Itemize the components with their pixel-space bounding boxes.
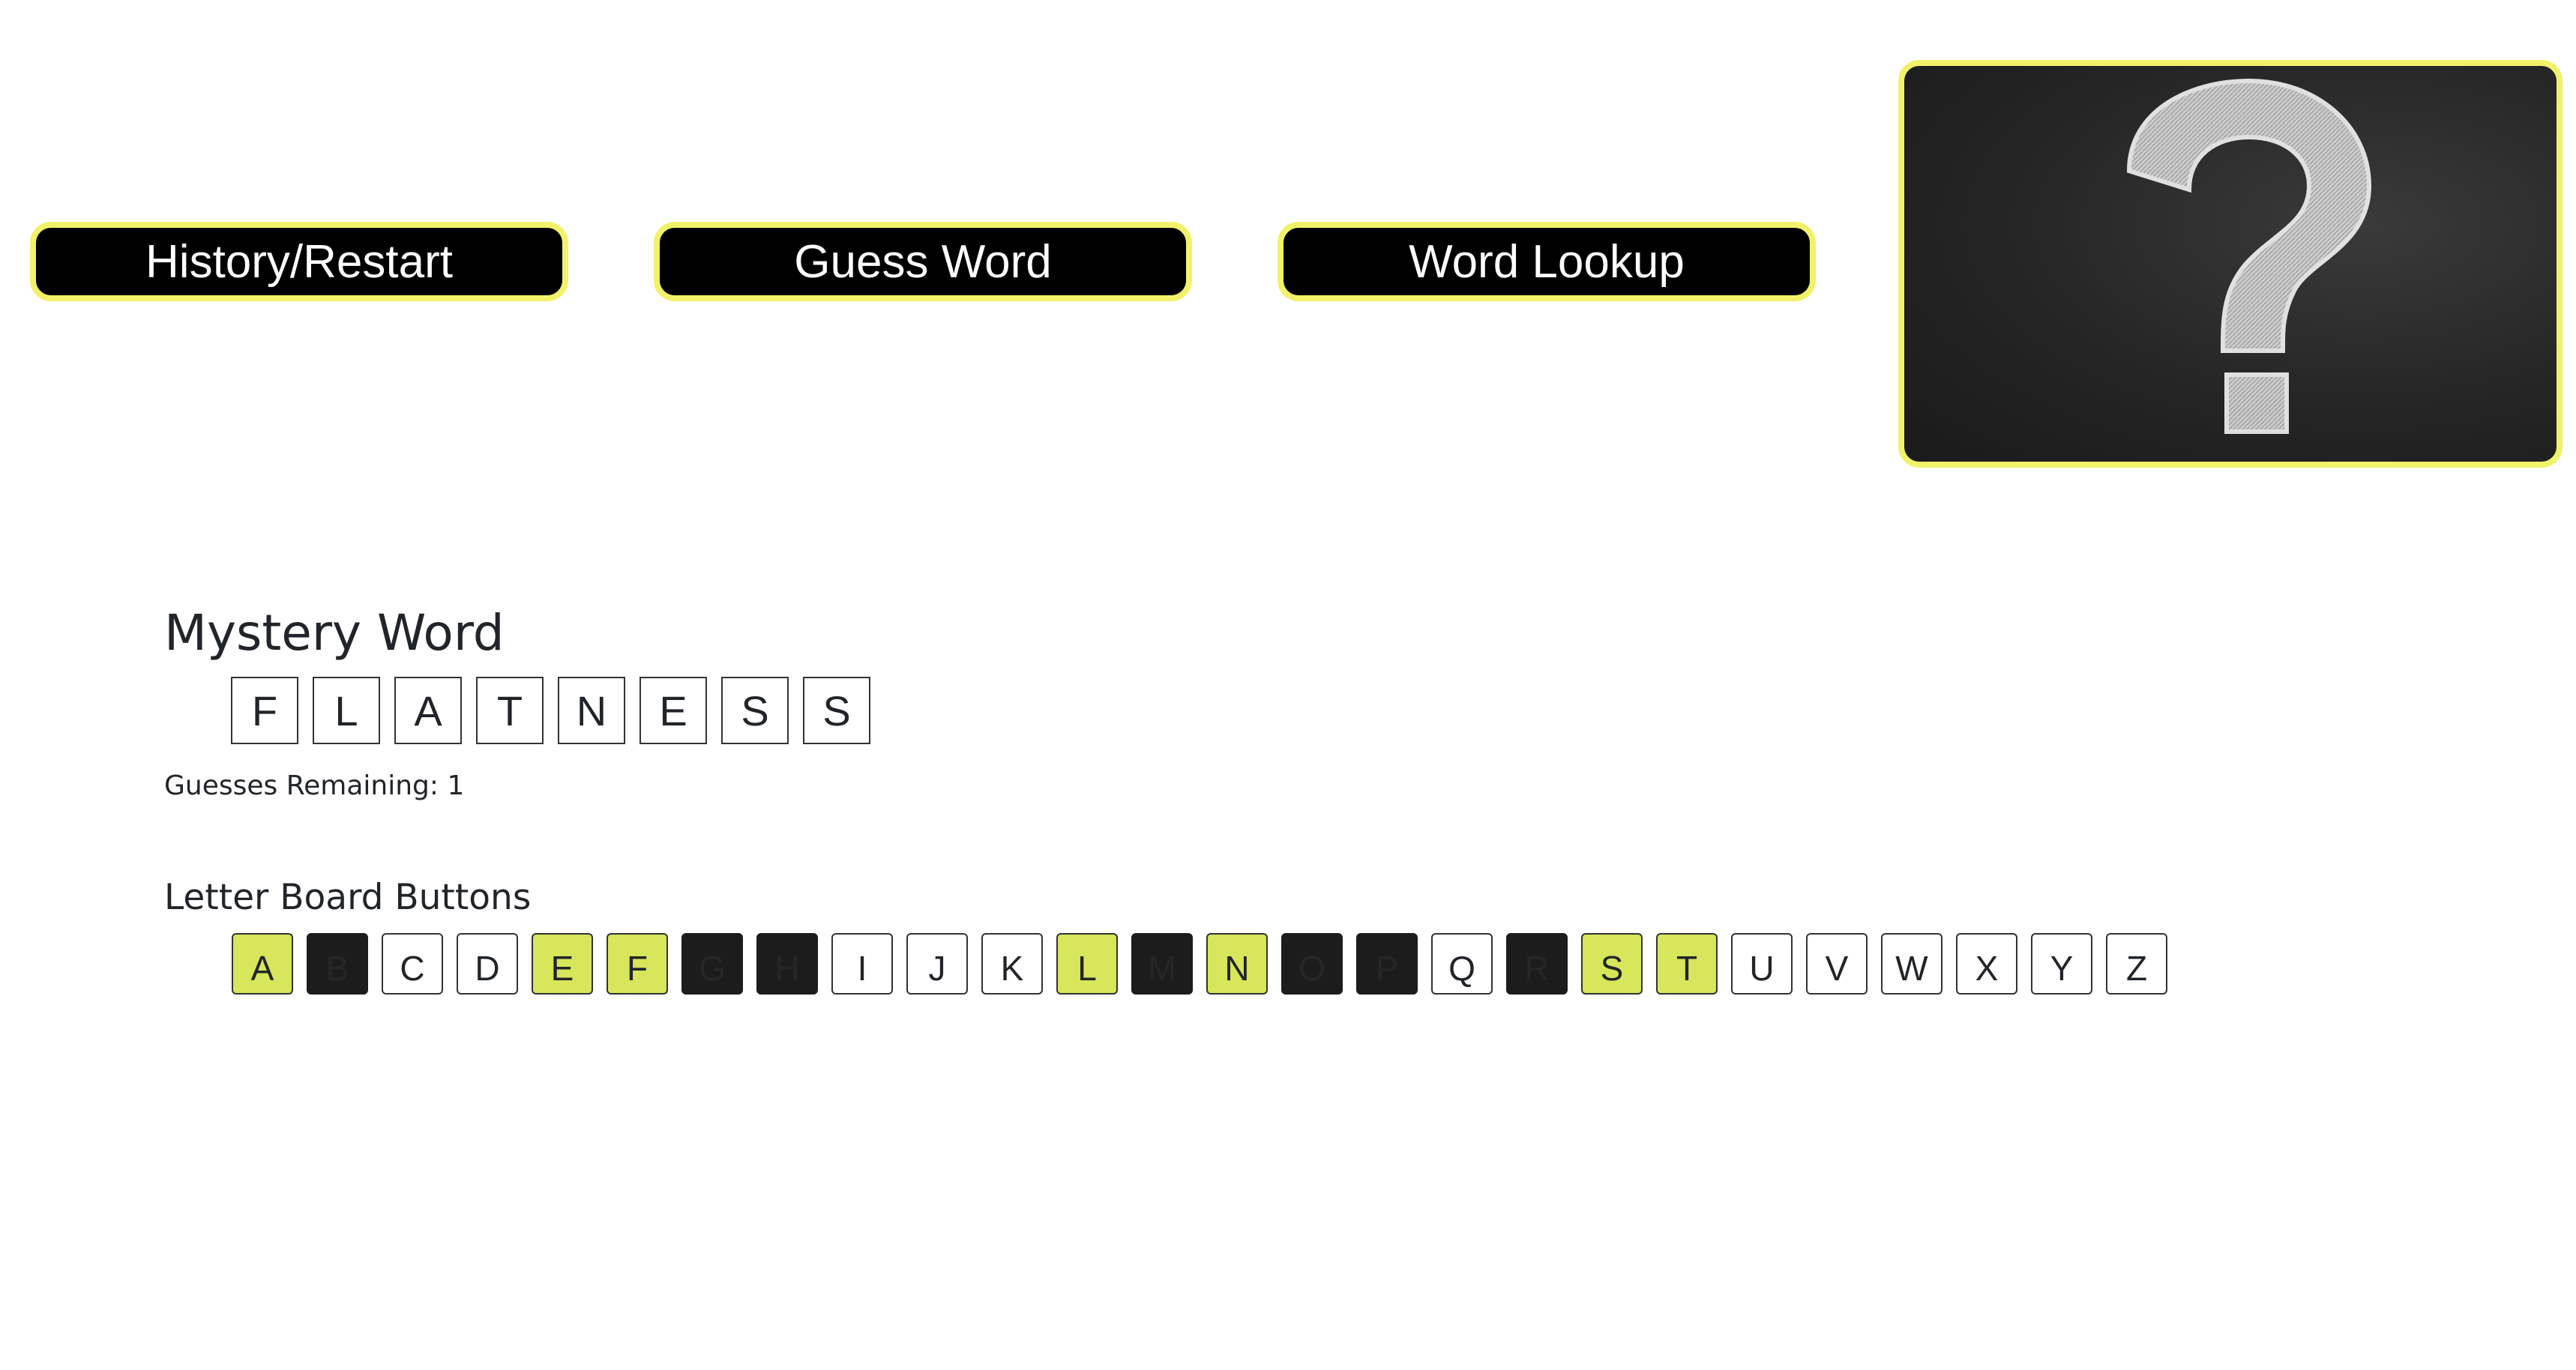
- mystery-letter-tile: S: [803, 677, 870, 744]
- word-lookup-button[interactable]: Word Lookup: [1278, 222, 1816, 301]
- chalk-question-mark-icon: [2126, 78, 2372, 434]
- letter-button-l[interactable]: L: [1056, 933, 1118, 995]
- letter-button-d[interactable]: D: [457, 933, 518, 995]
- letter-button-w[interactable]: W: [1881, 933, 1942, 995]
- letter-button-o[interactable]: O: [1281, 933, 1343, 995]
- letter-button-a[interactable]: A: [232, 933, 293, 995]
- letter-button-p[interactable]: P: [1356, 933, 1418, 995]
- letter-button-v[interactable]: V: [1806, 933, 1868, 995]
- history-restart-button[interactable]: History/Restart: [30, 222, 568, 301]
- letter-button-q[interactable]: Q: [1431, 933, 1493, 995]
- letter-button-f[interactable]: F: [607, 933, 668, 995]
- letter-button-u[interactable]: U: [1731, 933, 1793, 995]
- guess-word-button[interactable]: Guess Word: [654, 222, 1192, 301]
- letter-button-y[interactable]: Y: [2031, 933, 2092, 995]
- mystery-letter-tile: L: [313, 677, 380, 744]
- mystery-letter-tile: N: [558, 677, 625, 744]
- letter-button-m[interactable]: M: [1131, 933, 1193, 995]
- mystery-word-tiles: FLATNESS: [231, 677, 870, 744]
- mystery-letter-tile: S: [721, 677, 789, 744]
- mystery-letter-tile: F: [231, 677, 298, 744]
- letter-button-e[interactable]: E: [532, 933, 593, 995]
- letter-button-j[interactable]: J: [906, 933, 968, 995]
- letter-button-s[interactable]: S: [1581, 933, 1643, 995]
- letter-button-i[interactable]: I: [831, 933, 893, 995]
- chalkboard-question-image: [1898, 60, 2563, 468]
- letter-button-z[interactable]: Z: [2106, 933, 2167, 995]
- letter-button-t[interactable]: T: [1656, 933, 1718, 995]
- letter-button-g[interactable]: G: [681, 933, 743, 995]
- letter-button-h[interactable]: H: [756, 933, 818, 995]
- letter-button-x[interactable]: X: [1956, 933, 2017, 995]
- letter-button-k[interactable]: K: [981, 933, 1043, 995]
- letter-button-b[interactable]: B: [307, 933, 368, 995]
- mystery-letter-tile: T: [476, 677, 544, 744]
- letter-button-c[interactable]: C: [382, 933, 443, 995]
- mystery-letter-tile: E: [640, 677, 707, 744]
- letter-board: ABCDEFGHIJKLMNOPQRSTUVWXYZ: [232, 933, 2167, 995]
- mystery-word-title: Mystery Word: [164, 604, 505, 662]
- letter-button-n[interactable]: N: [1206, 933, 1268, 995]
- guesses-remaining: Guesses Remaining: 1: [164, 770, 465, 801]
- mystery-letter-tile: A: [394, 677, 462, 744]
- letter-button-r[interactable]: R: [1506, 933, 1568, 995]
- letter-board-title: Letter Board Buttons: [164, 877, 532, 918]
